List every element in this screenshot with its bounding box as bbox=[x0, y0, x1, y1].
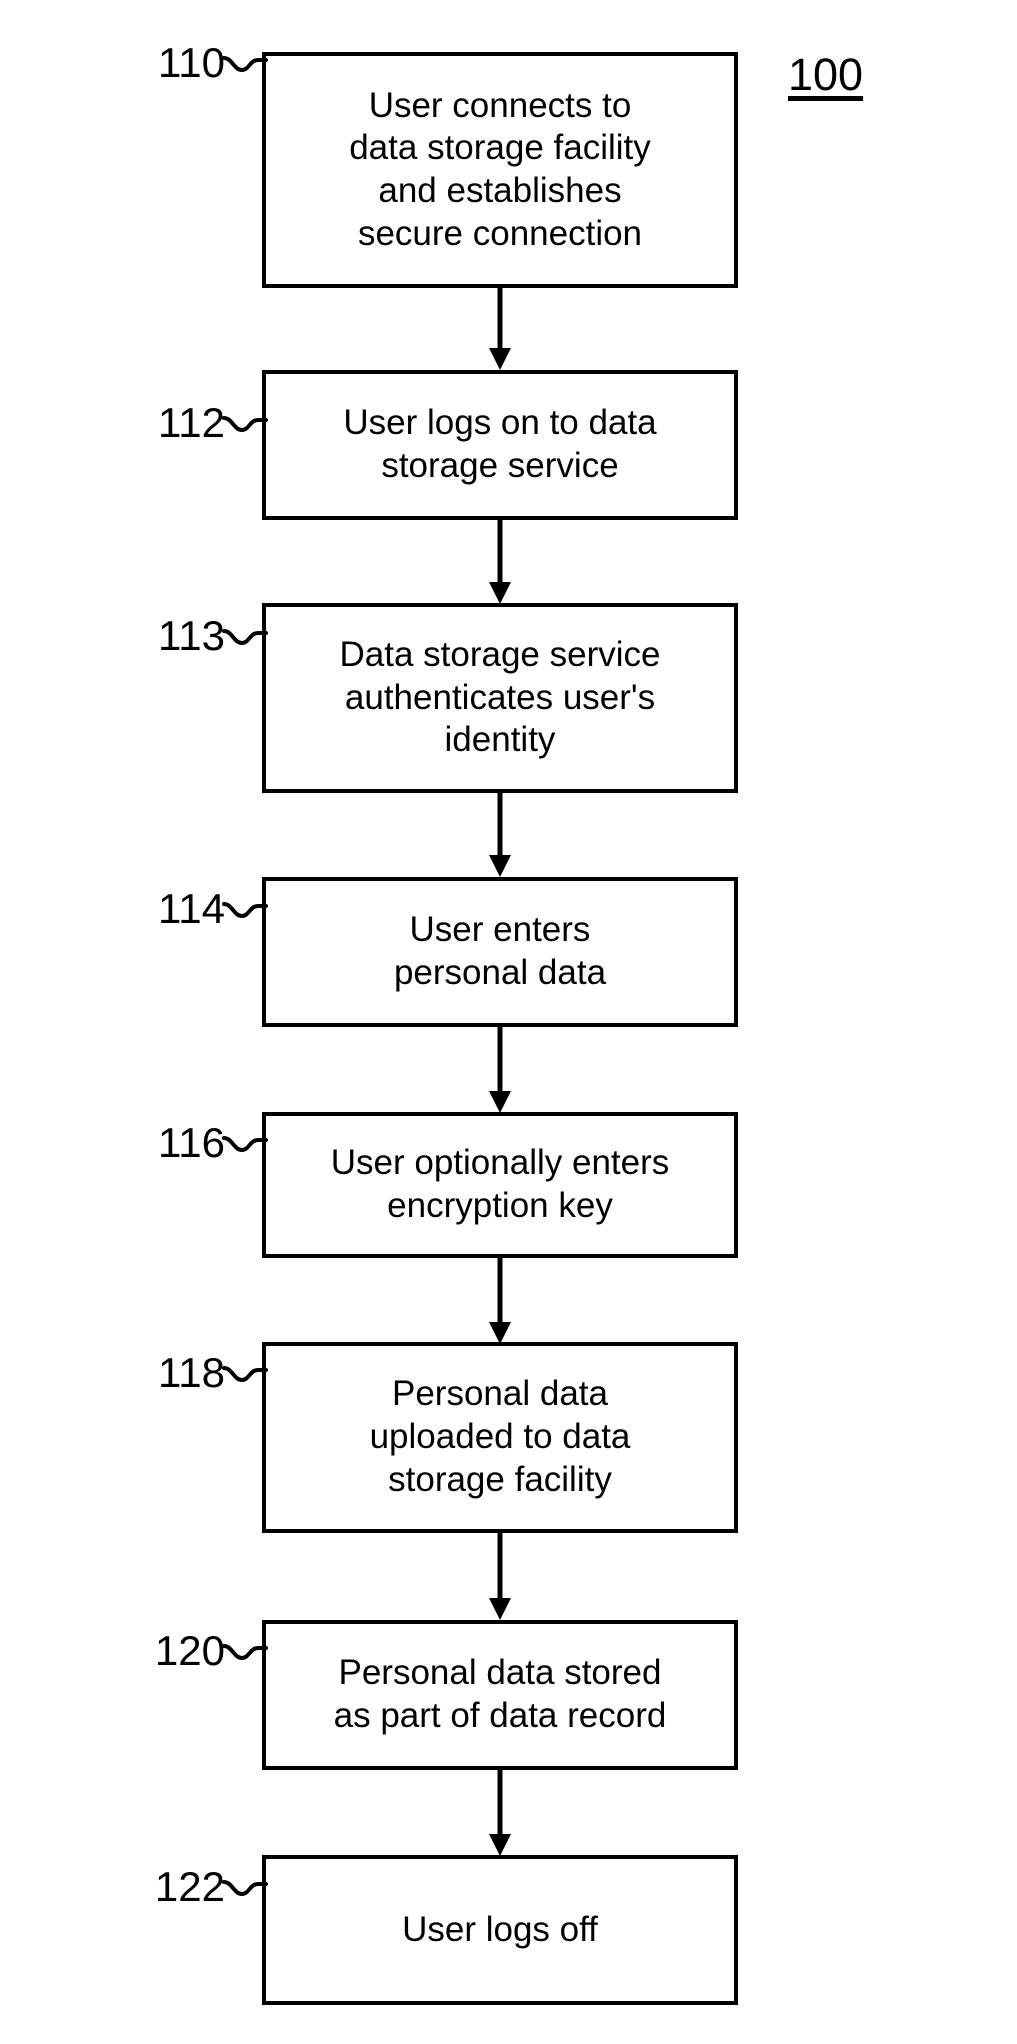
flow-node-116[interactable]: User optionally enters encryption key bbox=[262, 1112, 738, 1258]
figure-canvas: 100 User connects to data storage facili… bbox=[0, 0, 1017, 2044]
flow-node-112-label: User logs on to data storage service bbox=[343, 403, 657, 485]
flow-node-116-label: User optionally enters encryption key bbox=[330, 1143, 670, 1225]
flow-node-113[interactable]: Data storage service authenticates user'… bbox=[262, 603, 738, 793]
flow-arrow-116-118 bbox=[489, 1258, 511, 1344]
reference-numeral-112: 112 bbox=[158, 399, 225, 446]
flow-node-113-label: Data storage service authenticates user'… bbox=[339, 634, 661, 760]
flow-node-114-label: User enters personal data bbox=[393, 910, 607, 992]
flow-arrow-110-112 bbox=[489, 288, 511, 370]
reference-numeral-120: 120 bbox=[154, 1627, 225, 1674]
flow-node-120[interactable]: Personal data stored as part of data rec… bbox=[262, 1620, 738, 1770]
reference-numeral-114: 114 bbox=[158, 885, 225, 932]
flow-node-114[interactable]: User enters personal data bbox=[262, 877, 738, 1027]
flow-node-110[interactable]: User connects to data storage facility a… bbox=[262, 52, 738, 288]
flow-node-110-label: User connects to data storage facility a… bbox=[349, 85, 651, 253]
flow-node-122[interactable]: User logs off bbox=[262, 1855, 738, 2005]
flow-node-122-label: User logs off bbox=[402, 1909, 598, 1949]
reference-numeral-110: 110 bbox=[158, 39, 225, 86]
flow-node-118-label: Personal data uploaded to data storage f… bbox=[369, 1374, 631, 1499]
flow-arrow-113-114 bbox=[489, 793, 511, 877]
flow-node-120-label: Personal data stored as part of data rec… bbox=[333, 1653, 667, 1735]
reference-numeral-118: 118 bbox=[158, 1349, 225, 1396]
reference-numeral-113: 113 bbox=[158, 612, 225, 659]
flow-arrow-120-122 bbox=[489, 1770, 511, 1856]
flow-node-112[interactable]: User logs on to data storage service bbox=[262, 370, 738, 520]
flow-arrow-118-120 bbox=[489, 1533, 511, 1620]
reference-numeral-122: 122 bbox=[154, 1863, 225, 1910]
figure-number-label: 100 bbox=[788, 49, 864, 100]
flow-arrow-114-116 bbox=[489, 1027, 511, 1113]
flow-arrow-112-113 bbox=[489, 520, 511, 604]
reference-numeral-116: 116 bbox=[158, 1119, 225, 1166]
flow-node-118[interactable]: Personal data uploaded to data storage f… bbox=[262, 1342, 738, 1533]
